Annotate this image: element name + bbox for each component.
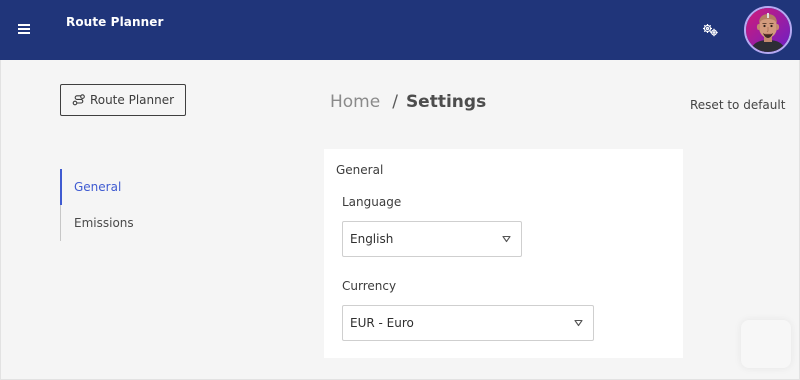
card-title: General xyxy=(336,163,384,177)
breadcrumb: Home / Settings xyxy=(330,92,486,112)
top-app-bar: Route Planner xyxy=(0,0,800,60)
currency-select-value: EUR - Euro xyxy=(350,316,414,330)
breadcrumb-home[interactable]: Home xyxy=(330,92,380,112)
route-planner-button-label: Route Planner xyxy=(89,93,175,107)
general-settings-card: General Language English Currency EUR - … xyxy=(324,149,683,358)
currency-label: Currency xyxy=(342,279,397,293)
language-select[interactable]: English xyxy=(342,221,522,257)
route-planner-button[interactable]: Route Planner xyxy=(60,84,186,116)
nav-item-emissions[interactable]: Emissions xyxy=(60,205,180,241)
reset-to-default-link[interactable]: Reset to default xyxy=(690,98,785,112)
chevron-down-icon xyxy=(502,235,511,243)
user-avatar[interactable] xyxy=(744,6,792,54)
settings-nav: General Emissions xyxy=(60,169,180,241)
currency-select[interactable]: EUR - Euro xyxy=(342,305,594,341)
nav-item-general[interactable]: General xyxy=(60,169,180,205)
language-label: Language xyxy=(342,195,402,209)
app-title: Route Planner xyxy=(66,15,164,29)
hamburger-menu-icon[interactable] xyxy=(18,24,30,34)
language-select-value: English xyxy=(350,232,394,246)
floating-action-area[interactable] xyxy=(741,320,791,368)
breadcrumb-separator: / xyxy=(392,92,398,112)
chevron-down-icon xyxy=(574,319,583,327)
route-icon xyxy=(72,94,85,106)
breadcrumb-current: Settings xyxy=(405,92,487,112)
gears-icon[interactable] xyxy=(702,23,719,37)
